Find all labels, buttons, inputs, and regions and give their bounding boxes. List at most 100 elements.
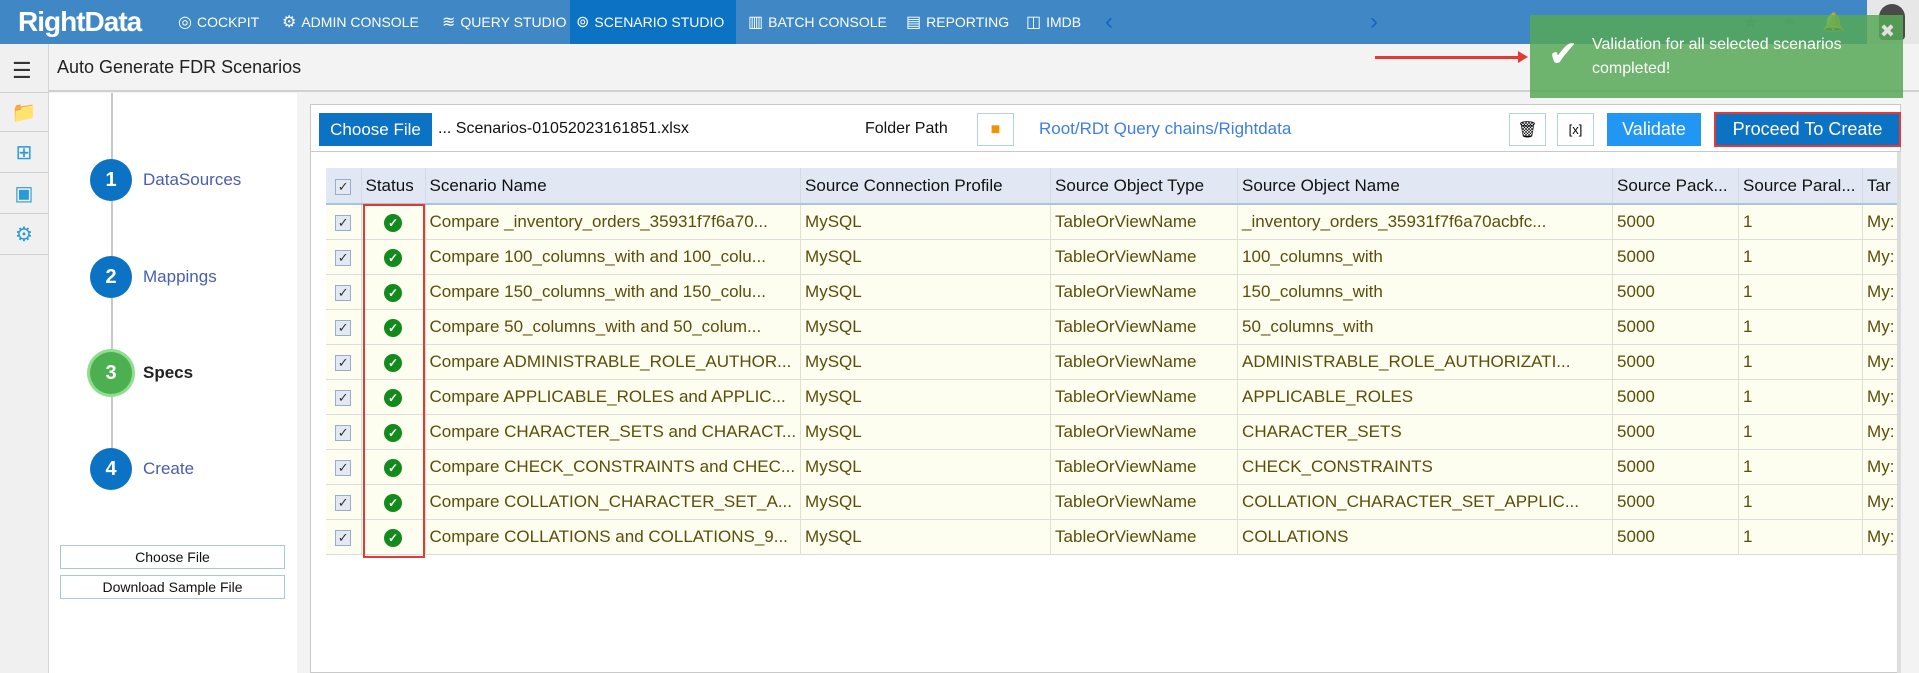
table-cell: 5000 [1612, 274, 1740, 310]
nav-scenario-studio[interactable]: ⊚ SCENARIO STUDIO [570, 0, 736, 44]
proceed-to-create-button[interactable]: Proceed To Create [1714, 112, 1901, 147]
table-cell: 100_columns_with [1237, 239, 1614, 275]
gear-icon: ⚙ [282, 14, 297, 31]
row-checkbox[interactable]: ✓ [326, 274, 362, 310]
step-specs[interactable]: Specs [143, 363, 193, 383]
choose-file-button[interactable]: Choose File [319, 113, 432, 146]
folder-icon[interactable]: ■ [977, 113, 1014, 146]
step-3-circle[interactable]: 3 [90, 352, 132, 394]
report-icon: ▤ [906, 14, 922, 31]
nav-cockpit[interactable]: ◎ COCKPIT [172, 0, 265, 44]
table-cell: MySQL [800, 309, 1052, 345]
chevron-right-icon[interactable]: › [1370, 8, 1378, 36]
nav-imdb[interactable]: ◫ IMDB [1020, 0, 1087, 44]
table-cell: TableOrViewName [1050, 274, 1239, 310]
table-cell: 1 [1738, 519, 1864, 555]
table-cell: MySQL [800, 344, 1052, 380]
select-all-checkbox[interactable]: ✓ [326, 168, 362, 205]
table-cell: MySQL [800, 484, 1052, 520]
table-cell: 5000 [1612, 449, 1740, 485]
column-header[interactable]: Source Paral... [1738, 168, 1864, 205]
table-cell: My: [1862, 204, 1900, 240]
step-datasources[interactable]: DataSources [143, 170, 241, 190]
table-row[interactable]: ✓ ✓ Compare CHARACTER_SETS and CHARACT... M… [326, 414, 1900, 450]
table-cell: Compare _inventory_orders_35931f7f6a70..… [425, 204, 802, 240]
row-checkbox[interactable]: ✓ [326, 344, 362, 380]
table-row[interactable]: ✓ ✓ Compare 50_columns_with and 50_colum..… [326, 309, 1900, 345]
column-header[interactable]: Source Object Name [1237, 168, 1614, 205]
nav-batch-console[interactable]: ▥ BATCH CONSOLE [742, 0, 893, 44]
row-checkbox[interactable]: ✓ [326, 239, 362, 275]
datasource-settings-icon[interactable]: ⚙ [0, 215, 48, 255]
table-cell: 5000 [1612, 484, 1740, 520]
add-datasource-icon[interactable]: ⊞ [0, 133, 48, 173]
table-row[interactable]: ✓ ✓ Compare APPLICABLE_ROLES and APPLIC...… [326, 379, 1900, 415]
table-cell: Compare ADMINISTRABLE_ROLE_AUTHOR... [425, 344, 802, 380]
table-cell: TableOrViewName [1050, 344, 1239, 380]
toast-message: Validation for all selected scenarios co… [1592, 36, 1842, 77]
folder-network-icon[interactable]: 📁 [0, 92, 48, 132]
row-checkbox[interactable]: ✓ [326, 484, 362, 520]
table-cell: Compare 100_columns_with and 100_colu... [425, 239, 802, 275]
column-header[interactable]: Status [361, 168, 426, 205]
vertical-scrollbar[interactable] [1897, 152, 1901, 673]
folder-path-link[interactable]: Root/RDt Query chains/Rightdata [1039, 119, 1291, 139]
column-header[interactable]: Source Object Type [1050, 168, 1239, 205]
step-2-circle[interactable]: 2 [90, 256, 132, 298]
column-header[interactable]: Source Connection Profile [800, 168, 1052, 205]
column-header[interactable]: Tar [1862, 168, 1900, 205]
step-4-circle[interactable]: 4 [90, 448, 132, 490]
table-cell: 1 [1738, 274, 1864, 310]
step-1-circle[interactable]: 1 [90, 159, 132, 201]
row-checkbox[interactable]: ✓ [326, 204, 362, 240]
scenarios-table: ✓ Status Scenario Name Source Connection… [326, 168, 1900, 555]
hamburger-menu-icon[interactable]: ☰ [12, 58, 32, 84]
table-cell: MySQL [800, 274, 1052, 310]
step-create[interactable]: Create [143, 459, 194, 479]
table-cell: My: [1862, 484, 1900, 520]
chevron-left-icon[interactable]: ‹ [1105, 8, 1113, 36]
nav-query-studio[interactable]: ≋ QUERY STUDIO [436, 0, 572, 44]
nav-label: SCENARIO STUDIO [594, 14, 725, 30]
table-cell: APPLICABLE_ROLES [1237, 379, 1614, 415]
rightdata-logo[interactable]: RightData [18, 6, 142, 38]
status-highlight-box [363, 204, 425, 558]
table-cell: COLLATIONS [1237, 519, 1614, 555]
table-row[interactable]: ✓ ✓ Compare _inventory_orders_35931f7f6a70… [326, 204, 1900, 240]
table-cell: My: [1862, 449, 1900, 485]
row-checkbox[interactable]: ✓ [326, 449, 362, 485]
validate-button[interactable]: Validate [1607, 113, 1701, 146]
page-title: Auto Generate FDR Scenarios [57, 57, 302, 77]
step-mappings[interactable]: Mappings [143, 267, 217, 287]
excel-export-icon[interactable]: [x] [1557, 113, 1594, 146]
table-cell: CHECK_CONSTRAINTS [1237, 449, 1614, 485]
table-cell: TableOrViewName [1050, 204, 1239, 240]
side-choose-file-button[interactable]: Choose File [60, 545, 285, 569]
table-cell: My: [1862, 344, 1900, 380]
row-checkbox[interactable]: ✓ [326, 414, 362, 450]
table-row[interactable]: ✓ ✓ Compare CHECK_CONSTRAINTS and CHEC... M… [326, 449, 1900, 485]
table-row[interactable]: ✓ ✓ Compare COLLATIONS and COLLATIONS_9...… [326, 519, 1900, 555]
table-cell: 5000 [1612, 414, 1740, 450]
row-checkbox[interactable]: ✓ [326, 309, 362, 345]
close-icon[interactable]: ✖ [1880, 21, 1895, 42]
table-row[interactable]: ✓ ✓ Compare ADMINISTRABLE_ROLE_AUTHOR... My… [326, 344, 1900, 380]
row-checkbox[interactable]: ✓ [326, 519, 362, 555]
table-cell: My: [1862, 274, 1900, 310]
table-cell: 50_columns_with [1237, 309, 1614, 345]
table-cell: MySQL [800, 204, 1052, 240]
download-sample-file-button[interactable]: Download Sample File [60, 575, 285, 599]
nav-reporting[interactable]: ▤ REPORTING [900, 0, 1015, 44]
table-row[interactable]: ✓ ✓ Compare 100_columns_with and 100_colu.… [326, 239, 1900, 275]
monitor-chart-icon[interactable]: ▣ [0, 174, 48, 214]
table-row[interactable]: ✓ ✓ Compare COLLATION_CHARACTER_SET_A... My… [326, 484, 1900, 520]
database-icon: ≋ [442, 14, 456, 31]
row-checkbox[interactable]: ✓ [326, 379, 362, 415]
table-cell: Compare 50_columns_with and 50_colum... [425, 309, 802, 345]
nav-label: IMDB [1046, 14, 1082, 30]
column-header[interactable]: Source Pack... [1612, 168, 1740, 205]
table-row[interactable]: ✓ ✓ Compare 150_columns_with and 150_colu.… [326, 274, 1900, 310]
trash-icon[interactable]: 🗑 [1509, 113, 1546, 146]
nav-admin-console[interactable]: ⚙ ADMIN CONSOLE [276, 0, 425, 44]
column-header[interactable]: Scenario Name [425, 168, 802, 205]
